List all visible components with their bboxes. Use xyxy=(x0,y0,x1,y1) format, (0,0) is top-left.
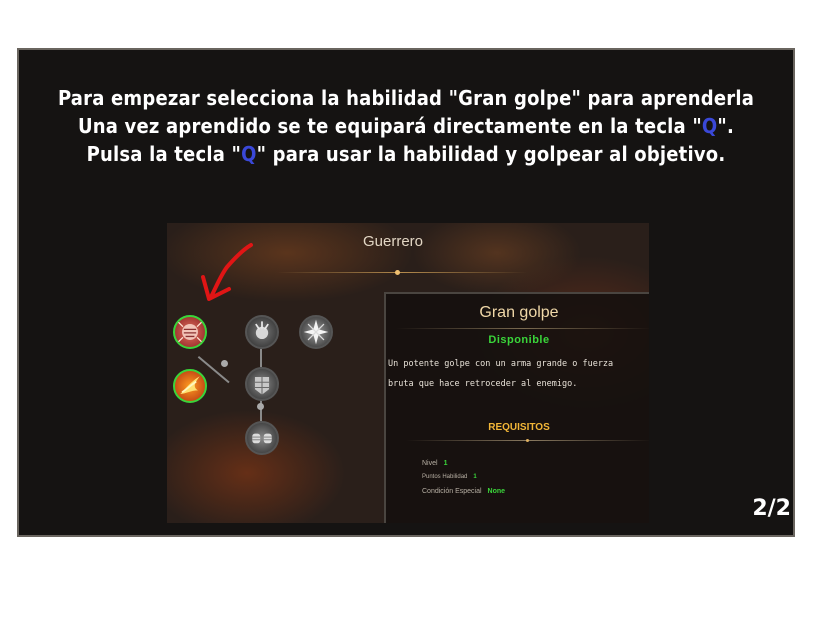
requirement-label: Condición Especial xyxy=(422,488,482,495)
instruction-line-2: Una vez aprendido se te equipará directa… xyxy=(19,112,793,140)
tutorial-text: Para empezar selecciona la habilidad "Gr… xyxy=(19,84,793,168)
tree-node xyxy=(221,360,228,367)
skill-description: Un potente golpe con un arma grande o fu… xyxy=(388,359,614,389)
instruction-line-3-text: Pulsa la tecla " xyxy=(86,142,242,166)
starburst-icon xyxy=(303,319,329,345)
info-divider xyxy=(396,328,649,329)
requirements-title: REQUISITOS xyxy=(488,422,550,433)
requirement-label: Puntos Habilidad xyxy=(422,474,468,480)
title-divider xyxy=(277,270,527,275)
skill-fire-slash[interactable] xyxy=(173,369,207,403)
skill-info-panel: Gran golpe Disponible Un potente golpe c… xyxy=(384,292,649,523)
requirement-value: 1 xyxy=(443,460,448,467)
requirement-label: Nivel xyxy=(422,460,438,467)
armor-icon xyxy=(254,376,270,395)
skill-burst[interactable] xyxy=(299,315,333,349)
instruction-line-1: Para empezar selecciona la habilidad "Gr… xyxy=(57,86,755,110)
instruction-line-3-end: " para usar la habilidad y golpear al ob… xyxy=(256,142,726,166)
tree-node xyxy=(257,403,264,410)
tutorial-panel: Para empezar selecciona la habilidad "Gr… xyxy=(17,48,795,537)
requirement-points: Puntos Habilidad 1 xyxy=(422,474,477,480)
skill-rage[interactable] xyxy=(245,315,279,349)
rage-icon xyxy=(255,321,269,340)
requirements-divider xyxy=(406,439,649,442)
skill-tree-screenshot: Guerrero Gran golpe Disponible Un potent… xyxy=(167,223,649,523)
skill-fists[interactable] xyxy=(245,421,279,455)
red-arrow-icon xyxy=(201,243,253,301)
tree-connector xyxy=(260,349,262,367)
requirement-special: Condición Especial None xyxy=(422,488,505,495)
key-q: Q xyxy=(701,114,718,138)
instruction-line-2-end: ". xyxy=(717,114,735,138)
requirement-level: Nivel 1 xyxy=(422,460,447,467)
page-indicator: 2/2 xyxy=(752,496,791,521)
instruction-line-2-text: Una vez aprendido se te equipará directa… xyxy=(77,114,702,138)
fire-icon xyxy=(180,376,200,394)
requirement-value: 1 xyxy=(473,474,477,480)
instruction-line-3: Pulsa la tecla "Q" para usar la habilida… xyxy=(19,140,793,168)
fists-icon xyxy=(252,433,272,444)
class-title: Guerrero xyxy=(363,233,424,250)
requirement-value: None xyxy=(487,488,506,495)
skill-status: Disponible xyxy=(488,334,550,346)
skill-info-title: Gran golpe xyxy=(479,304,559,321)
skill-armor[interactable] xyxy=(245,367,279,401)
fist-icon xyxy=(178,321,202,343)
key-q: Q xyxy=(241,142,257,166)
skill-gran-golpe[interactable] xyxy=(173,315,207,349)
